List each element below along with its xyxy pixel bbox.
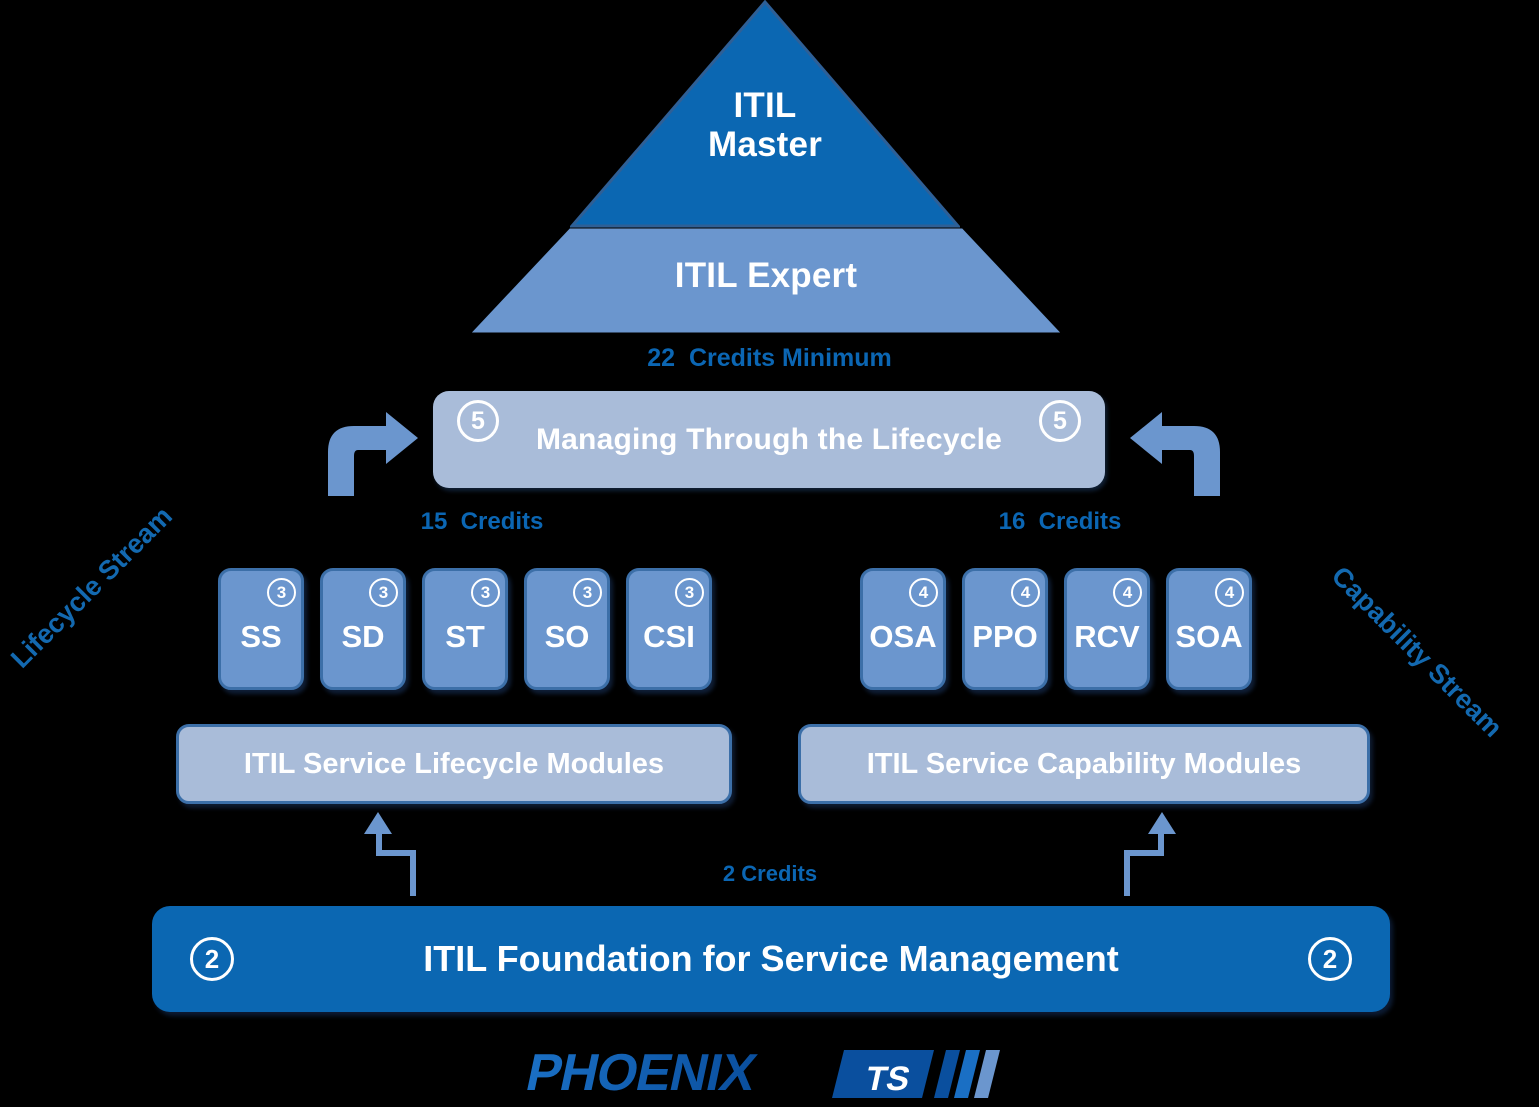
module-code-label: SO	[544, 619, 590, 654]
foundation-credit-badge-right: 2	[1308, 937, 1352, 981]
credits-minimum-label: 22 Credits Minimum	[647, 344, 892, 372]
module-credit-badge: 4	[1113, 578, 1142, 607]
module-code-label: SD	[341, 619, 385, 654]
module-code-label: PPO	[972, 619, 1038, 654]
itil-certification-diagram: ITIL Master ITIL Expert 22 Credits Minim…	[0, 0, 1539, 1107]
foundation-to-capability-arrow-icon	[1108, 812, 1188, 896]
logo-brand-text: PHOENIX	[521, 1044, 761, 1102]
module-card-ss[interactable]: 3 SS	[218, 568, 304, 690]
module-code-label: CSI	[643, 619, 695, 654]
itil-master-triangle: ITIL Master	[570, 0, 960, 228]
phoenix-ts-logo-shape: PHOENIX TS	[521, 1044, 1000, 1102]
module-code-label: SS	[240, 619, 282, 654]
module-card-csi[interactable]: 3 CSI	[626, 568, 712, 690]
curved-arrow-right-shape	[328, 412, 418, 496]
itil-foundation-box[interactable]: 2 ITIL Foundation for Service Management…	[152, 906, 1390, 1012]
stepped-arrow-up-right-shape	[1124, 812, 1176, 896]
itil-service-capability-modules-box[interactable]: ITIL Service Capability Modules	[798, 724, 1370, 804]
lifecycle-modules-label: ITIL Service Lifecycle Modules	[243, 747, 665, 780]
lifecycle-credits-label: 15 Credits	[420, 508, 544, 535]
stepped-arrow-up-left-shape	[364, 812, 416, 896]
module-card-so[interactable]: 3 SO	[524, 568, 610, 690]
capability-modules-label: ITIL Service Capability Modules	[866, 747, 1302, 780]
module-credit-badge: 4	[1215, 578, 1244, 607]
phoenix-ts-logo: PHOENIX TS	[514, 1042, 1014, 1104]
master-triangle-shape	[570, 0, 960, 228]
mtl-credit-badge-left: 5	[457, 400, 499, 442]
module-credit-badge: 3	[573, 578, 602, 607]
managing-through-lifecycle-box[interactable]: 5 Managing Through the Lifecycle 5	[433, 391, 1105, 488]
expert-trapezoid-shape	[472, 228, 1060, 333]
module-credit-badge: 3	[267, 578, 296, 607]
module-credit-badge: 4	[909, 578, 938, 607]
module-card-rcv[interactable]: 4 RCV	[1064, 568, 1150, 690]
module-card-sd[interactable]: 3 SD	[320, 568, 406, 690]
capability-credits-label: 16 Credits	[998, 508, 1122, 535]
module-code-label: ST	[445, 619, 485, 654]
module-card-st[interactable]: 3 ST	[422, 568, 508, 690]
module-code-label: RCV	[1074, 619, 1140, 654]
mtl-credit-badge-right: 5	[1039, 400, 1081, 442]
module-card-osa[interactable]: 4 OSA	[860, 568, 946, 690]
lifecycle-to-mtl-arrow-icon	[324, 412, 420, 496]
module-credit-badge: 3	[471, 578, 500, 607]
foundation-credit-badge-left: 2	[190, 937, 234, 981]
lifecycle-stream-label: Lifecycle Stream	[5, 500, 179, 674]
itil-expert-trapezoid: ITIL Expert	[472, 228, 1060, 333]
module-card-soa[interactable]: 4 SOA	[1166, 568, 1252, 690]
module-credit-badge: 3	[369, 578, 398, 607]
foundation-credits-label: 2 Credits	[722, 861, 818, 886]
curved-arrow-left-shape	[1130, 412, 1220, 496]
capability-to-mtl-arrow-icon	[1128, 412, 1224, 496]
module-credit-badge: 4	[1011, 578, 1040, 607]
module-card-ppo[interactable]: 4 PPO	[962, 568, 1048, 690]
capability-stream-label: Capability Stream	[1325, 560, 1509, 744]
mtl-label: Managing Through the Lifecycle	[535, 422, 1003, 456]
foundation-label: ITIL Foundation for Service Management	[423, 938, 1119, 979]
module-code-label: OSA	[869, 619, 937, 654]
foundation-to-lifecycle-arrow-icon	[352, 812, 432, 896]
logo-suffix-text: TS	[862, 1060, 913, 1098]
module-credit-badge: 3	[675, 578, 704, 607]
itil-service-lifecycle-modules-box[interactable]: ITIL Service Lifecycle Modules	[176, 724, 732, 804]
module-code-label: SOA	[1175, 619, 1243, 654]
